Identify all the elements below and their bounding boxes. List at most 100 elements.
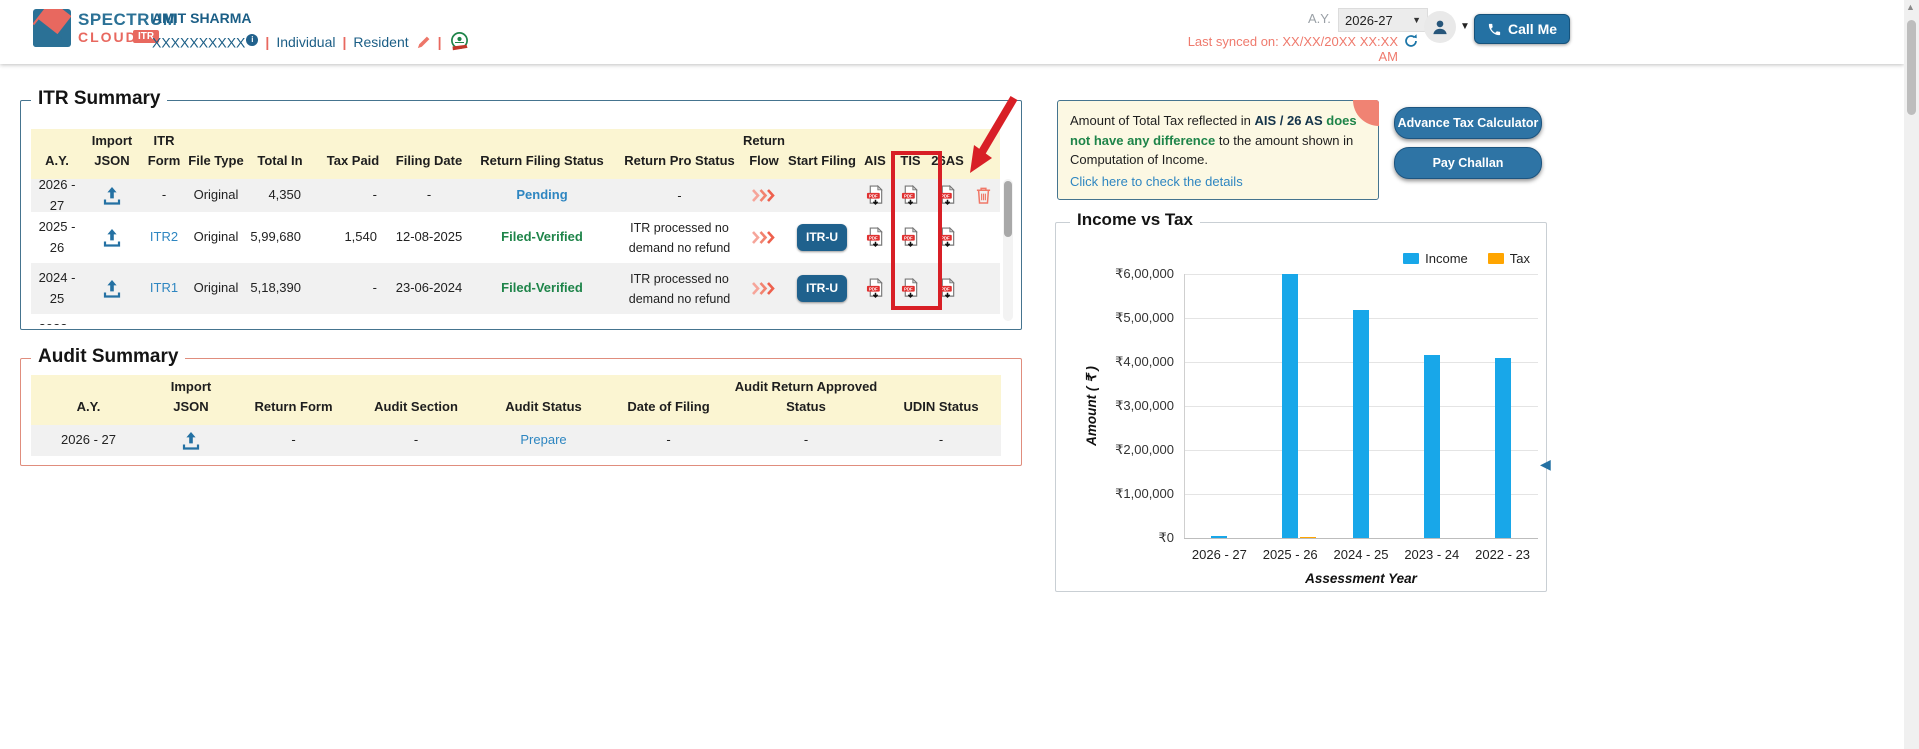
cell-return-pro-status: ITR processed no demand no refund <box>628 220 731 255</box>
page-scrollbar[interactable]: ▲ <box>1904 0 1919 749</box>
gridline <box>1184 274 1538 275</box>
cell-tax-paid: - <box>372 280 377 296</box>
itr-form-text: - <box>161 187 167 203</box>
26as-pdf-download-icon[interactable]: PDF <box>938 277 957 300</box>
audit-summary-panel: Audit Summary A.Y. Import JSON Return Form… <box>20 346 1022 466</box>
cell-assessment-year: 2024 - 25 <box>38 269 76 306</box>
audit-summary-title: Audit Summary <box>31 346 186 368</box>
cell-26as: PDF <box>929 277 966 300</box>
itr-u-button[interactable]: ITR-U <box>797 274 847 303</box>
info-icon[interactable]: i <box>246 33 259 46</box>
assessment-year-dropdown[interactable]: 2026-27 ▼ <box>1338 8 1428 32</box>
itr-form-link[interactable]: ITR2 <box>150 227 178 248</box>
itr-table-scrollbar[interactable] <box>1003 179 1013 321</box>
upload-json-icon[interactable] <box>102 279 122 298</box>
26as-pdf-download-icon[interactable]: PDF <box>938 184 957 207</box>
user-avatar[interactable] <box>1424 11 1456 43</box>
itr-table-body: 2026 - 27 - Original 4,350 - - Pending - PDF PDF P… <box>31 179 1000 325</box>
tis-pdf-download-icon[interactable]: PDF <box>901 277 920 300</box>
return-filing-status-link[interactable]: Filed-Verified <box>501 227 583 248</box>
pay-challan-button[interactable]: Pay Challan <box>1394 147 1542 179</box>
column-header: Total In <box>257 152 303 168</box>
upload-json-icon[interactable] <box>102 228 122 247</box>
assessment-year-value: 2026-27 <box>1345 12 1393 28</box>
user-menu-caret-icon[interactable]: ▼ <box>1460 21 1470 32</box>
bar-income-2026-27 <box>1211 536 1228 538</box>
itr-table-header: A.Y. Import JSON ITR Form File Type Total In… <box>31 129 1000 179</box>
call-me-button[interactable]: Call Me <box>1474 14 1571 44</box>
return-filing-status-link[interactable]: Filed-Verified <box>501 278 583 299</box>
logo-word-cloud: CLOUD <box>78 29 138 45</box>
audit-table-header: A.Y. Import JSON Return Form Audit Section A… <box>31 375 1001 425</box>
26as-pdf-download-icon[interactable]: PDF <box>938 226 957 249</box>
cell-filing-date: 23-06-2024 <box>395 280 463 296</box>
upload-json-icon[interactable] <box>102 186 122 205</box>
x-tick-label: 2022 - 23 <box>1475 547 1531 562</box>
call-me-label: Call Me <box>1508 21 1558 37</box>
column-header: Return Filing Status <box>480 152 604 168</box>
itr-form-link[interactable]: ITR1 <box>150 278 178 299</box>
return-flow-icon[interactable] <box>751 281 778 296</box>
collapse-panel-icon[interactable]: ◀ <box>1540 456 1551 473</box>
client-detail-line: XXXXXXXXXX i | Individual | Resident | <box>152 31 470 53</box>
column-header <box>966 129 1000 179</box>
cell-delete <box>966 186 1000 205</box>
spectrum-logo-icon <box>33 9 71 47</box>
column-header: ITR Form <box>147 132 181 168</box>
ais-pdf-download-icon[interactable]: PDF <box>866 277 885 300</box>
scroll-up-icon[interactable]: ▲ <box>1906 2 1915 12</box>
cell-assessment-year: 2023 - 24 <box>31 319 83 325</box>
client-name: AMIT SHARMA <box>152 10 252 26</box>
separator: | <box>265 34 270 50</box>
table-row: 2026 - 27 - Original 4,350 - - Pending - PDF PDF P… <box>31 179 1000 213</box>
last-synced-text: Last synced on: XX/XX/20XX XX:XX AM <box>1187 34 1398 64</box>
column-header: Filing Date <box>395 152 463 168</box>
advance-tax-calculator-button[interactable]: Advance Tax Calculator <box>1394 107 1542 139</box>
income-tax-emblem-icon[interactable] <box>449 31 470 53</box>
delete-row-icon[interactable] <box>975 186 992 205</box>
upload-json-icon[interactable] <box>181 431 201 450</box>
cell-itr-form: - <box>141 185 187 206</box>
svg-text:PDF: PDF <box>868 193 877 198</box>
tis-pdf-download-icon[interactable]: PDF <box>901 184 920 207</box>
cell-text: - <box>413 432 419 448</box>
itr-u-button[interactable]: ITR-U <box>797 223 847 252</box>
ais-difference-note: Amount of Total Tax reflected in AIS / 2… <box>1057 100 1379 200</box>
itr-table-scrollbar-thumb[interactable] <box>1004 181 1012 237</box>
table-row: 2023 - 24ITR1OriginalFiled-VerifiedITR-U… <box>31 314 1000 325</box>
bar-income-2024-25 <box>1353 309 1369 538</box>
audit-status-prepare-link[interactable]: Prepare <box>520 430 566 451</box>
edit-pencil-icon[interactable] <box>416 35 431 50</box>
svg-text:PDF: PDF <box>904 193 913 198</box>
y-axis-line <box>1184 274 1185 538</box>
folded-corner <box>1353 100 1379 126</box>
cell-filing-date: - <box>426 187 432 203</box>
table-row: 2025 - 26 ITR2 Original 5,99,680 1,540 12-08-… <box>31 212 1000 263</box>
cell-import-json <box>146 431 236 450</box>
column-header: File Type <box>188 152 244 168</box>
ais-pdf-download-icon[interactable]: PDF <box>866 226 885 249</box>
ais-pdf-download-icon[interactable]: PDF <box>866 184 885 207</box>
column-header: Tax Paid <box>326 152 380 168</box>
cell-total-income: 5,99,680 <box>250 229 301 245</box>
cell-ais: PDF <box>858 226 892 249</box>
svg-text:PDF: PDF <box>868 235 877 240</box>
bar-income-2022-23 <box>1494 357 1511 538</box>
column-header: A.Y. <box>45 152 69 168</box>
check-details-link[interactable]: Click here to check the details <box>1070 172 1243 192</box>
cell-text: - <box>666 432 671 448</box>
cell-itr-form: ITR2 <box>141 227 187 248</box>
x-tick-label: 2024 - 25 <box>1333 547 1389 562</box>
return-flow-icon[interactable] <box>751 230 778 245</box>
return-filing-status-link[interactable]: Pending <box>516 185 567 206</box>
x-tick-label: 2026 - 27 <box>1191 547 1247 562</box>
cell-text: 2026 - 27 <box>61 432 116 448</box>
return-flow-icon[interactable] <box>751 188 778 203</box>
refresh-icon[interactable] <box>1403 33 1419 49</box>
note-text: Amount of Total Tax reflected in AIS / 2… <box>1070 113 1357 167</box>
x-axis-line <box>1184 538 1538 539</box>
page-scrollbar-thumb[interactable] <box>1907 20 1916 115</box>
column-header: Start Filing <box>788 152 856 168</box>
tis-pdf-download-icon[interactable]: PDF <box>901 226 920 249</box>
cell-return-filing-status: Filed-Verified <box>467 227 617 248</box>
